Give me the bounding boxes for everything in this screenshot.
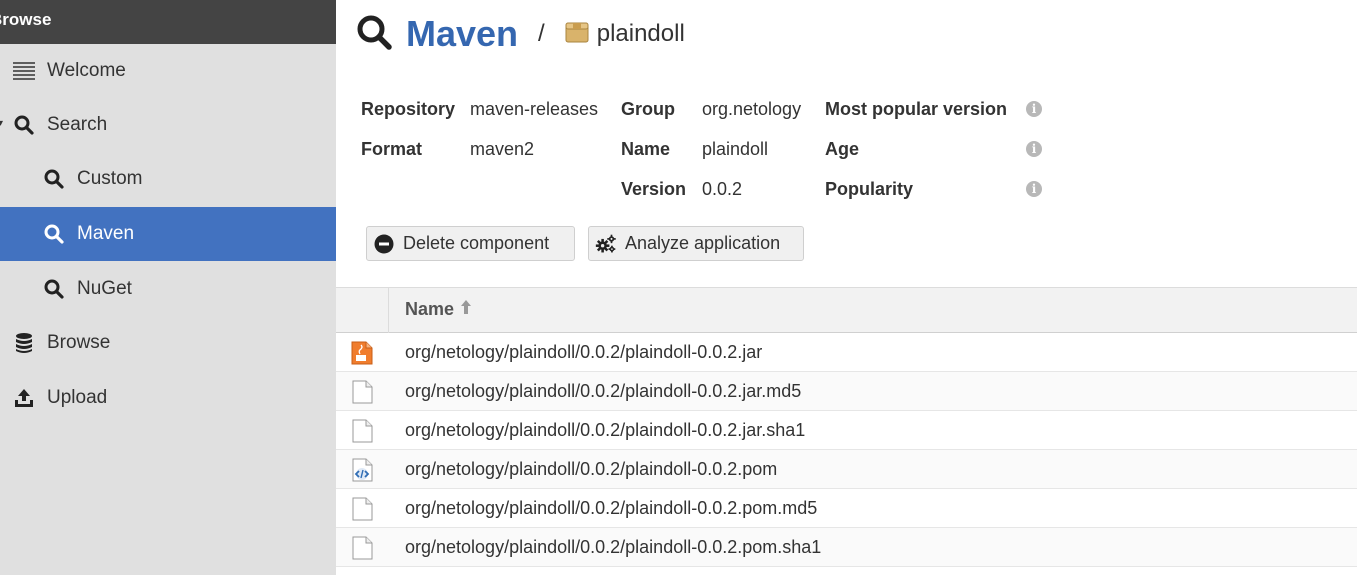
- file-name: org/netology/plaindoll/0.0.2/plaindoll-0…: [405, 498, 818, 518]
- minus-circle-icon: [373, 233, 395, 255]
- file-icon: [351, 497, 373, 521]
- popularity-label: Popularity: [825, 179, 914, 199]
- xml-file-icon: [351, 458, 373, 482]
- sidebar-item-nuget[interactable]: NuGet: [0, 262, 336, 316]
- database-icon: [12, 331, 36, 355]
- sidebar-header-label: Browse: [0, 10, 52, 29]
- name-label: Name: [621, 139, 671, 159]
- main-panel: Maven / plaindoll Repository maven-relea…: [336, 0, 1357, 575]
- assets-table: Name org/netology/plaindoll/0.0.2/plaind…: [336, 287, 1357, 567]
- search-icon: [42, 222, 66, 246]
- table-row[interactable]: org/netology/plaindoll/0.0.2/plaindoll-0…: [336, 450, 1357, 489]
- sidebar-item-label: Welcome: [47, 60, 126, 81]
- sidebar-item-label: Browse: [47, 332, 111, 353]
- file-name: org/netology/plaindoll/0.0.2/plaindoll-0…: [405, 381, 802, 401]
- sidebar-item-search[interactable]: ▾ Search: [0, 98, 336, 152]
- table-row[interactable]: org/netology/plaindoll/0.0.2/plaindoll-0…: [336, 411, 1357, 450]
- group-value: org.netology: [702, 99, 802, 119]
- sidebar: Browse Welcome ▾ Search Custom Maven NuG…: [0, 0, 336, 575]
- package-icon: [565, 20, 589, 49]
- file-name: org/netology/plaindoll/0.0.2/plaindoll-0…: [405, 420, 806, 440]
- sidebar-header: Browse: [0, 0, 336, 44]
- upload-icon: [12, 386, 36, 410]
- name-column-header[interactable]: Name: [405, 299, 472, 320]
- analyze-application-label: Analyze application: [625, 233, 781, 253]
- component-name: plaindoll: [596, 20, 685, 47]
- list-icon: [12, 59, 36, 83]
- file-name: org/netology/plaindoll/0.0.2/plaindoll-0…: [405, 459, 778, 479]
- delete-component-button[interactable]: Delete component: [366, 226, 575, 261]
- format-value: maven2: [470, 139, 535, 159]
- sidebar-item-label: Search: [47, 114, 108, 135]
- file-name: org/netology/plaindoll/0.0.2/plaindoll-0…: [405, 342, 763, 362]
- search-icon: [42, 167, 66, 191]
- sidebar-item-label: Maven: [77, 223, 135, 244]
- file-name: org/netology/plaindoll/0.0.2/plaindoll-0…: [405, 537, 822, 557]
- sidebar-item-label: Custom: [77, 168, 143, 189]
- file-icon: [351, 536, 373, 560]
- breadcrumb-separator: /: [538, 20, 545, 47]
- sidebar-item-welcome[interactable]: Welcome: [0, 44, 336, 98]
- sidebar-item-browse[interactable]: Browse: [0, 316, 336, 370]
- info-icon[interactable]: i: [1026, 141, 1042, 157]
- table-header: Name: [336, 287, 1357, 333]
- repository-value: maven-releases: [470, 99, 599, 119]
- file-icon: [351, 380, 373, 404]
- name-column-label: Name: [405, 299, 455, 319]
- sidebar-item-label: NuGet: [77, 278, 132, 299]
- analyze-application-button[interactable]: Analyze application: [588, 226, 804, 261]
- search-icon: [12, 113, 36, 137]
- page-title: Maven: [406, 13, 519, 54]
- version-value: 0.0.2: [702, 179, 743, 199]
- age-label: Age: [825, 139, 860, 159]
- sidebar-item-label: Upload: [47, 387, 108, 408]
- table-row[interactable]: org/netology/plaindoll/0.0.2/plaindoll-0…: [336, 372, 1357, 411]
- most-popular-version-label: Most popular version: [825, 99, 1008, 119]
- group-label: Group: [621, 99, 675, 119]
- table-row[interactable]: org/netology/plaindoll/0.0.2/plaindoll-0…: [336, 333, 1357, 372]
- version-label: Version: [621, 179, 687, 199]
- caret-down-icon[interactable]: ▾: [0, 118, 3, 129]
- table-row[interactable]: org/netology/plaindoll/0.0.2/plaindoll-0…: [336, 489, 1357, 528]
- format-label: Format: [361, 139, 423, 159]
- table-row[interactable]: org/netology/plaindoll/0.0.2/plaindoll-0…: [336, 528, 1357, 567]
- sidebar-item-custom[interactable]: Custom: [0, 152, 336, 206]
- icon-column-header: [336, 288, 389, 333]
- search-icon: [356, 14, 392, 55]
- delete-component-label: Delete component: [403, 233, 550, 253]
- gears-icon: [595, 233, 617, 255]
- sidebar-item-upload[interactable]: Upload: [0, 371, 336, 425]
- page-title-row: Maven / plaindoll: [356, 10, 685, 58]
- info-icon[interactable]: i: [1026, 181, 1042, 197]
- search-icon: [42, 277, 66, 301]
- jar-file-icon: [351, 341, 373, 365]
- name-value: plaindoll: [702, 139, 769, 159]
- info-icon[interactable]: i: [1026, 101, 1042, 117]
- file-icon: [351, 419, 373, 443]
- sidebar-item-maven[interactable]: Maven: [0, 207, 336, 261]
- repository-label: Repository: [361, 99, 456, 119]
- sort-ascending-icon: [460, 299, 472, 320]
